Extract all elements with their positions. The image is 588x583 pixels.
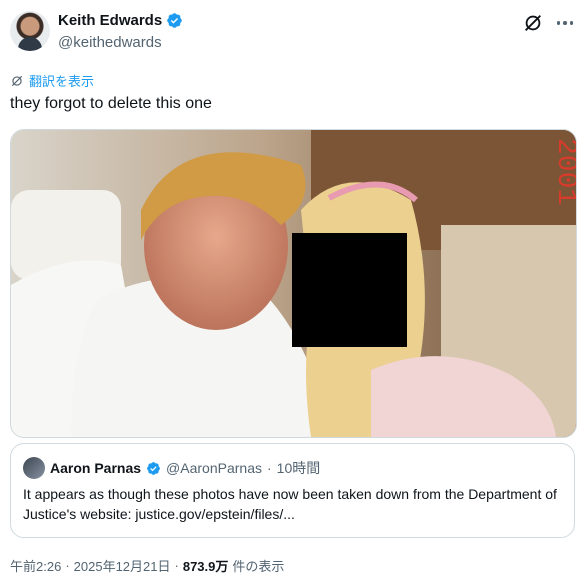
author-name[interactable]: Keith Edwards [58, 12, 162, 29]
quoted-tweet[interactable]: Aaron Parnas @AaronParnas · 10時間 It appe… [10, 443, 575, 538]
translate-label[interactable]: 翻訳を表示 [29, 71, 94, 90]
svg-text:2001: 2001 [550, 138, 576, 205]
quoted-separator: · [266, 460, 272, 476]
quoted-avatar[interactable] [23, 457, 45, 479]
views-label: 件の表示 [232, 559, 285, 574]
tweet-photo[interactable]: 2001 [10, 129, 577, 438]
translate-icon [11, 75, 23, 86]
author-name-row: Keith Edwards [58, 12, 183, 29]
tweet-footer: 午前2:26 · 2025年12月21日 · 873.9万 件の表示 [10, 556, 284, 575]
quoted-text: It appears as though these photos have n… [23, 486, 557, 522]
translate-link[interactable]: 翻訳を表示 [10, 71, 94, 90]
more-options-icon[interactable] [554, 14, 576, 32]
quoted-tweet-header: Aaron Parnas @AaronParnas · 10時間 [23, 457, 320, 479]
views-count: 873.9万 [182, 559, 229, 574]
photo-image: 2001 [11, 130, 576, 437]
quoted-author-name[interactable]: Aaron Parnas [50, 460, 141, 476]
quoted-time[interactable]: 10時間 [277, 458, 321, 478]
post-date[interactable]: 2025年12月21日 [74, 556, 171, 575]
author-avatar[interactable] [10, 11, 50, 51]
grok-icon[interactable] [522, 12, 544, 34]
footer-separator: · [174, 558, 179, 573]
verified-badge-icon [167, 13, 182, 28]
quoted-author-handle[interactable]: @AaronParnas [166, 460, 262, 476]
tweet-header: Keith Edwards @keithedwards [10, 10, 578, 54]
tweet-text: they forgot to delete this one [10, 95, 212, 112]
author-handle[interactable]: @keithedwards [58, 34, 162, 51]
footer-separator: · [65, 558, 70, 573]
post-time[interactable]: 午前2:26 [10, 556, 61, 575]
quoted-verified-badge-icon [147, 461, 160, 475]
